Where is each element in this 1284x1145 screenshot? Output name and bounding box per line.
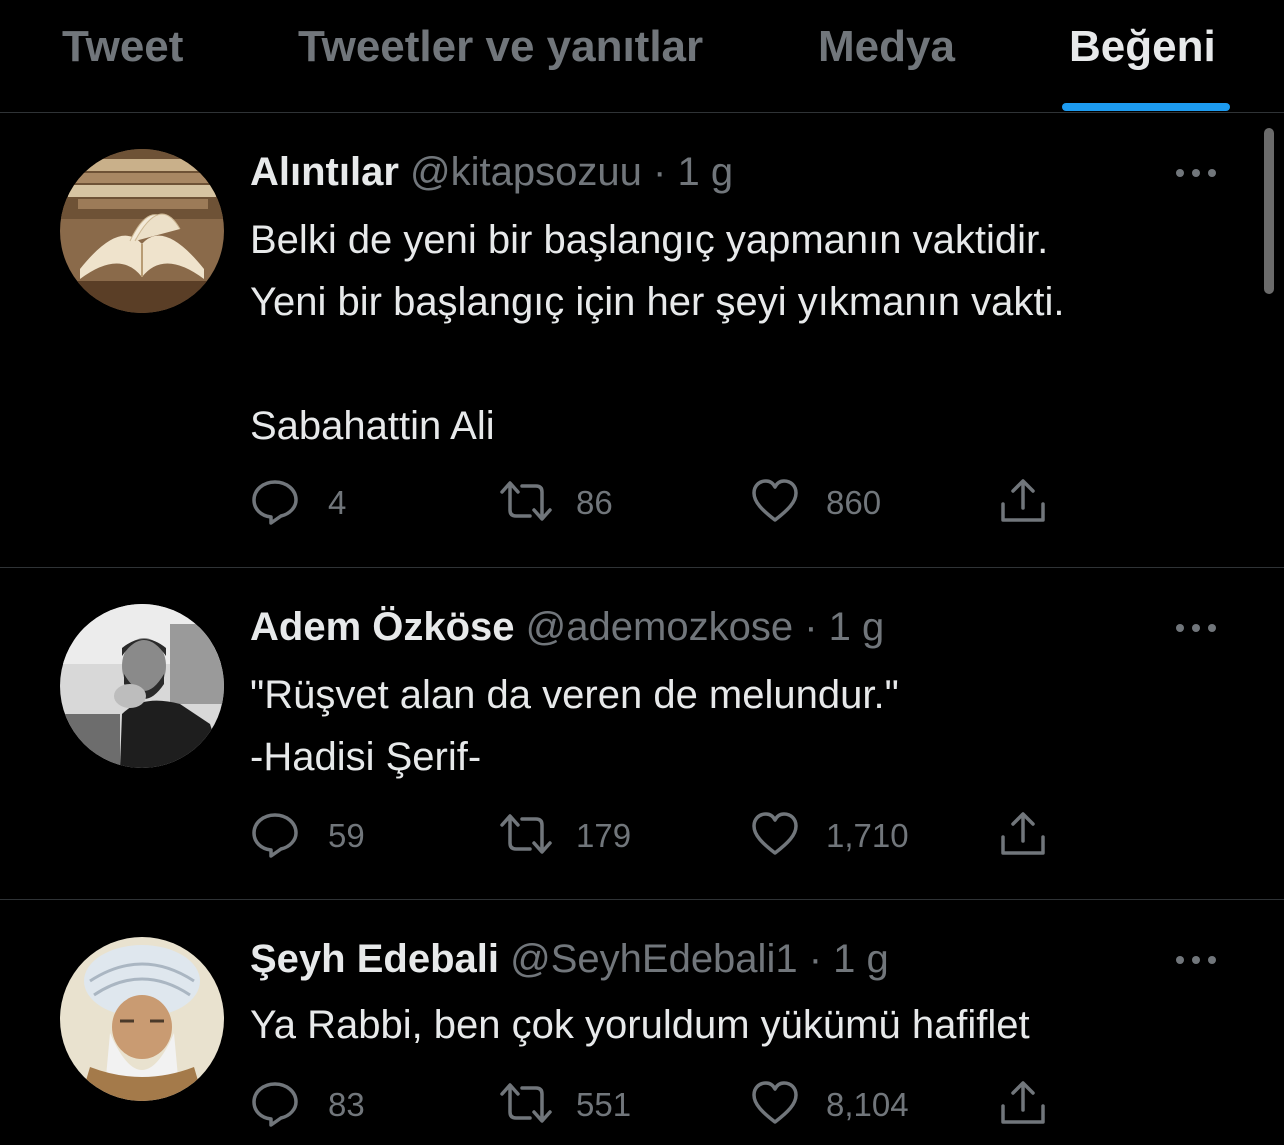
tweet-header: Adem Özköse @ademozkose · 1 g	[250, 602, 884, 652]
comment-bubble-icon	[252, 1082, 298, 1127]
author-name[interactable]: Alıntılar	[250, 150, 399, 194]
tab-likes[interactable]: Beğeni	[1069, 22, 1216, 72]
heart-icon	[752, 479, 798, 522]
reply-count: 59	[328, 817, 365, 854]
retweet-count: 86	[576, 484, 613, 521]
more-dots-icon[interactable]	[1172, 618, 1220, 638]
tweet-header: Alıntılar @kitapsozuu · 1 g	[250, 147, 733, 197]
author-handle[interactable]: @ademozkose	[526, 605, 793, 649]
share-button[interactable]	[998, 1078, 1048, 1128]
tweet-item[interactable]: Şeyh Edebali @SeyhEdebali1 · 1 g Ya Rabb…	[0, 900, 1284, 1145]
more-dots-icon[interactable]	[1172, 163, 1220, 183]
tab-tweets-and-replies[interactable]: Tweetler ve yanıtlar	[298, 22, 703, 72]
share-upload-icon	[1001, 479, 1045, 522]
reply-button[interactable]: 83	[250, 1078, 410, 1128]
tweet-header: Şeyh Edebali @SeyhEdebali1 · 1 g	[250, 934, 889, 984]
tweet-time[interactable]: 1 g	[833, 937, 889, 981]
author-name[interactable]: Adem Özköse	[250, 605, 515, 649]
tweet-item[interactable]: Alıntılar @kitapsozuu · 1 g Belki de yen…	[0, 113, 1284, 568]
author-name[interactable]: Şeyh Edebali	[250, 937, 499, 981]
retweet-button[interactable]: 551	[498, 1078, 658, 1128]
share-upload-icon	[1001, 1081, 1045, 1124]
tweet-text: "Rüşvet alan da veren de melundur." -Had…	[250, 673, 899, 779]
retweet-count: 551	[576, 1086, 632, 1123]
turban-portrait-avatar-image	[60, 937, 224, 1101]
separator: ·	[808, 937, 823, 981]
retweet-button[interactable]: 86	[498, 476, 658, 526]
author-handle[interactable]: @SeyhEdebali1	[510, 937, 797, 981]
tab-tweets[interactable]: Tweet	[62, 22, 183, 72]
separator: ·	[653, 150, 667, 194]
like-count: 860	[826, 484, 882, 521]
heart-icon	[752, 1081, 798, 1124]
retweet-arrows-icon	[500, 814, 552, 854]
bw-portrait-avatar-image	[60, 604, 224, 768]
avatar[interactable]	[60, 149, 224, 313]
like-button[interactable]: 860	[750, 476, 930, 526]
share-upload-icon	[1001, 812, 1045, 855]
open-book-avatar-image	[60, 149, 224, 313]
share-button[interactable]	[998, 476, 1048, 526]
more-dots-icon[interactable]	[1172, 950, 1220, 970]
reply-count: 4	[328, 484, 347, 521]
tab-media[interactable]: Medya	[818, 22, 955, 72]
separator: ·	[804, 605, 818, 649]
like-button[interactable]: 8,104	[750, 1078, 930, 1128]
reply-count: 83	[328, 1086, 365, 1123]
retweet-count: 179	[576, 817, 632, 854]
tweet-time[interactable]: 1 g	[677, 150, 733, 194]
like-button[interactable]: 1,710	[750, 809, 930, 859]
author-handle[interactable]: @kitapsozuu	[410, 150, 642, 194]
active-tab-indicator	[1062, 103, 1230, 111]
reply-button[interactable]: 4	[250, 476, 410, 526]
heart-icon	[752, 812, 798, 855]
retweet-arrows-icon	[500, 481, 552, 521]
retweet-button[interactable]: 179	[498, 809, 658, 859]
tweet-item[interactable]: Adem Özköse @ademozkose · 1 g "Rüşvet al…	[0, 568, 1284, 900]
avatar[interactable]	[60, 604, 224, 768]
like-count: 8,104	[826, 1086, 909, 1123]
like-count: 1,710	[826, 817, 909, 854]
tweet-time[interactable]: 1 g	[829, 605, 885, 649]
profile-tabs: Tweet Tweetler ve yanıtlar Medya Beğeni	[0, 0, 1284, 113]
comment-bubble-icon	[252, 813, 298, 858]
avatar[interactable]	[60, 937, 224, 1101]
tweet-text: Ya Rabbi, ben çok yoruldum yükümü hafifl…	[250, 1003, 1030, 1047]
share-button[interactable]	[998, 809, 1048, 859]
comment-bubble-icon	[252, 480, 298, 525]
tweet-text: Belki de yeni bir başlangıç yapmanın vak…	[250, 218, 1065, 448]
retweet-arrows-icon	[500, 1083, 552, 1123]
reply-button[interactable]: 59	[250, 809, 410, 859]
